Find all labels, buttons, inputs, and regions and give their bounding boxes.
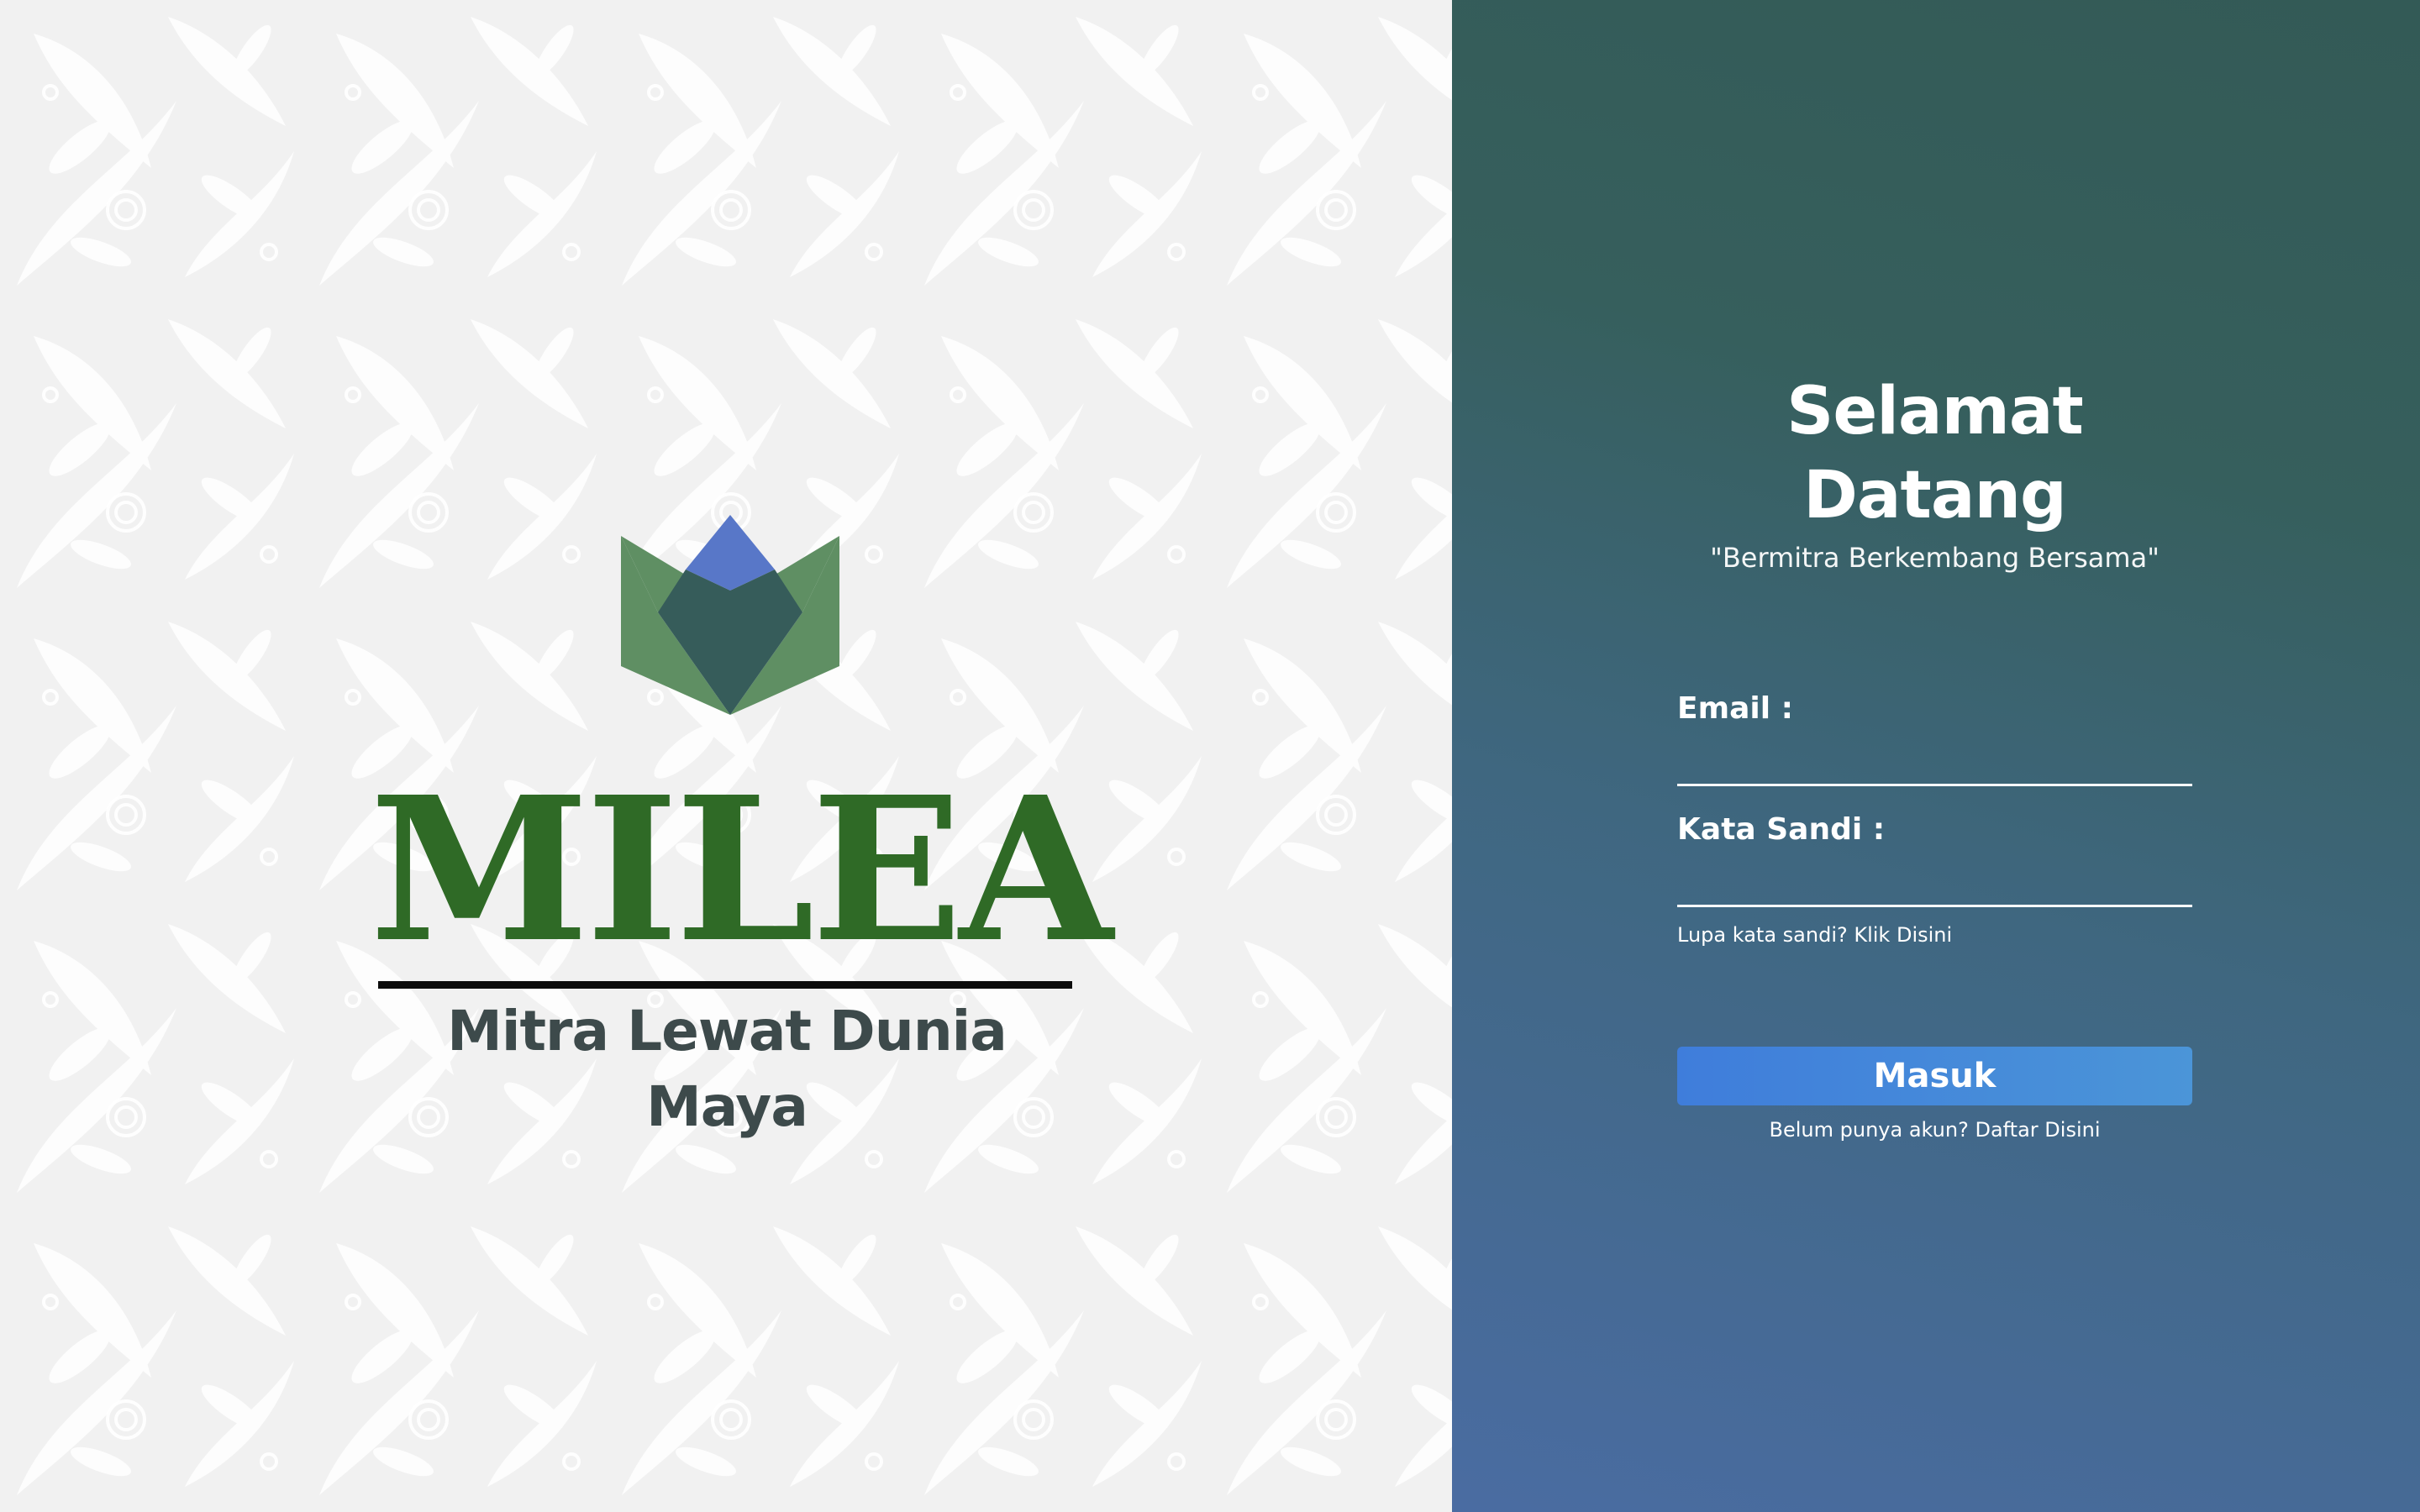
- brand-panel: MILEA Mitra Lewat Dunia Maya: [0, 0, 1452, 1512]
- email-label: Email :: [1677, 691, 1794, 726]
- email-input[interactable]: [1677, 732, 2192, 786]
- brand-tagline: Mitra Lewat Dunia Maya: [447, 999, 1007, 1139]
- login-button[interactable]: Masuk: [1677, 1047, 2192, 1105]
- password-field-group: Kata Sandi :: [1677, 810, 2192, 907]
- login-panel: Selamat Datang "Bermitra Berkembang Bers…: [1452, 0, 2420, 1512]
- register-text: Belum punya akun?: [1769, 1118, 1975, 1142]
- register-row: Belum punya akun? Daftar Disini: [1677, 1116, 2192, 1144]
- password-input[interactable]: [1677, 853, 2192, 907]
- milea-leaf-logo-icon: [621, 515, 839, 715]
- forgot-password-link[interactable]: Klik Disini: [1854, 923, 1952, 947]
- brand-logo: MILEA Mitra Lewat Dunia Maya: [0, 0, 1452, 1512]
- email-field-group: Email :: [1677, 689, 2192, 786]
- password-label: Kata Sandi :: [1677, 812, 1886, 847]
- forgot-password-row: Lupa kata sandi? Klik Disini: [1677, 921, 2192, 949]
- welcome-title: Selamat Datang: [1786, 374, 2084, 533]
- brand-divider: [378, 981, 1072, 989]
- login-page: MILEA Mitra Lewat Dunia Maya Selamat Dat…: [0, 0, 2420, 1512]
- forgot-password-text: Lupa kata sandi?: [1677, 923, 1854, 947]
- login-form: Selamat Datang "Bermitra Berkembang Bers…: [1677, 370, 2192, 1144]
- brand-wordmark: MILEA: [370, 753, 1113, 986]
- register-link[interactable]: Daftar Disini: [1975, 1118, 2100, 1142]
- welcome-subtitle: "Bermitra Berkembang Bersama": [1710, 542, 2160, 574]
